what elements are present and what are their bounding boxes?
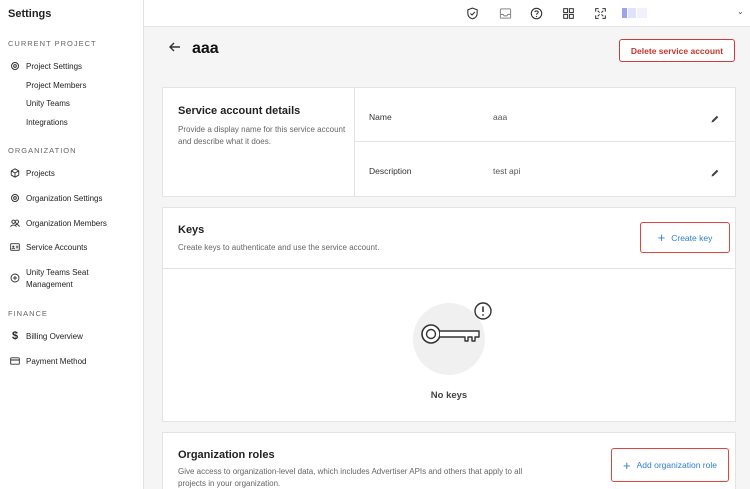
shield-check-icon[interactable] (466, 7, 479, 20)
section-organization: ORGANIZATION (8, 146, 77, 155)
roles-title: Organization roles (178, 449, 275, 461)
gear-icon (10, 193, 20, 203)
grid-icon[interactable] (562, 7, 575, 20)
sidebar-item-label: Organization Settings (26, 193, 103, 203)
description-row: Description test api (355, 143, 735, 197)
gear-icon (10, 61, 20, 71)
expand-icon[interactable] (594, 7, 607, 20)
sidebar-item-unity-teams[interactable]: Unity Teams (26, 99, 70, 108)
sidebar-item-service-accounts[interactable]: Service Accounts (10, 242, 87, 252)
add-organization-role-button[interactable]: + Add organization role (611, 448, 729, 482)
inbox-icon[interactable] (499, 7, 512, 20)
details-title: Service account details (178, 105, 301, 117)
sidebar-item-project-settings[interactable]: Project Settings (10, 61, 82, 71)
users-icon (10, 218, 20, 228)
id-card-icon (10, 242, 20, 252)
key-illustration-icon (411, 297, 495, 375)
details-description: Provide a display name for this service … (178, 125, 346, 146)
avatar-block (637, 8, 647, 18)
page-title: aaa (192, 40, 219, 57)
avatar-block (628, 8, 636, 18)
section-current-project: CURRENT PROJECT (8, 39, 97, 48)
name-label: Name (369, 112, 392, 122)
sidebar-item-label: Integrations (26, 118, 68, 127)
empty-state-text: No keys (430, 390, 468, 401)
keys-description: Create keys to authenticate and use the … (178, 243, 380, 252)
delete-service-account-button[interactable]: Delete service account (619, 39, 735, 62)
sidebar-item-unity-teams-seat-management[interactable]: Unity Teams Seat Management (10, 267, 89, 291)
sidebar-item-project-members[interactable]: Project Members (26, 81, 86, 90)
plus-icon: + (623, 457, 631, 473)
roles-description: Give access to organization-level data, … (178, 467, 523, 488)
sidebar-item-label: Organization Members (26, 218, 107, 228)
sidebar-item-label-line1: Unity Teams Seat (26, 268, 89, 277)
credit-card-icon (10, 356, 20, 366)
details-intro: Service account details Provide a displa… (163, 88, 355, 196)
sidebar-item-label: Projects (26, 168, 55, 178)
name-row: Name aaa (355, 88, 735, 142)
organization-roles-card: Organization roles Give access to organi… (162, 432, 736, 489)
sidebar-item-organization-settings[interactable]: Organization Settings (10, 193, 103, 203)
dollar-icon: $ (11, 330, 19, 342)
add-organization-role-label: Add organization role (636, 460, 717, 470)
sidebar-item-label: Payment Method (26, 356, 87, 366)
keys-card: Keys Create keys to authenticate and use… (162, 207, 736, 422)
sidebar: Settings CURRENT PROJECT Project Setting… (0, 0, 144, 489)
sidebar-item-label: Project Settings (26, 61, 83, 71)
create-key-button[interactable]: + Create key (640, 222, 730, 253)
sidebar-item-label: Unity Teams Seat Management (26, 267, 89, 291)
edit-pencil-icon[interactable] (710, 165, 720, 177)
create-key-label: Create key (671, 232, 713, 243)
avatar[interactable] (622, 6, 658, 20)
seat-icon (10, 273, 20, 283)
sidebar-item-label-line2: Management (26, 280, 73, 289)
sidebar-item-billing-overview[interactable]: $ Billing Overview (10, 330, 83, 342)
sidebar-item-organization-members[interactable]: Organization Members (10, 218, 107, 228)
cube-icon (10, 168, 20, 178)
section-finance: FINANCE (8, 309, 48, 318)
sidebar-item-label: Unity Teams (26, 99, 70, 108)
keys-header: Keys Create keys to authenticate and use… (163, 208, 735, 269)
description-label: Description (369, 166, 412, 176)
help-icon[interactable] (530, 7, 543, 20)
sidebar-item-payment-method[interactable]: Payment Method (10, 356, 86, 366)
sidebar-item-label: Billing Overview (26, 331, 83, 341)
top-bar: ⌄ (144, 0, 750, 27)
back-arrow-icon[interactable] (168, 40, 182, 54)
edit-pencil-icon[interactable] (710, 111, 720, 123)
service-account-details-card: Service account details Provide a displa… (162, 87, 736, 197)
plus-icon: + (657, 230, 666, 245)
keys-title: Keys (178, 224, 205, 236)
name-value: aaa (493, 112, 508, 122)
sidebar-item-label: Project Members (26, 81, 87, 90)
sidebar-title: Settings (8, 8, 52, 20)
avatar-block (622, 8, 627, 18)
sidebar-item-label: Service Accounts (26, 242, 88, 252)
sidebar-item-integrations[interactable]: Integrations (26, 118, 68, 127)
sidebar-item-projects[interactable]: Projects (10, 168, 55, 178)
chevron-down-icon[interactable]: ⌄ (737, 7, 744, 16)
description-value: test api (493, 166, 521, 176)
